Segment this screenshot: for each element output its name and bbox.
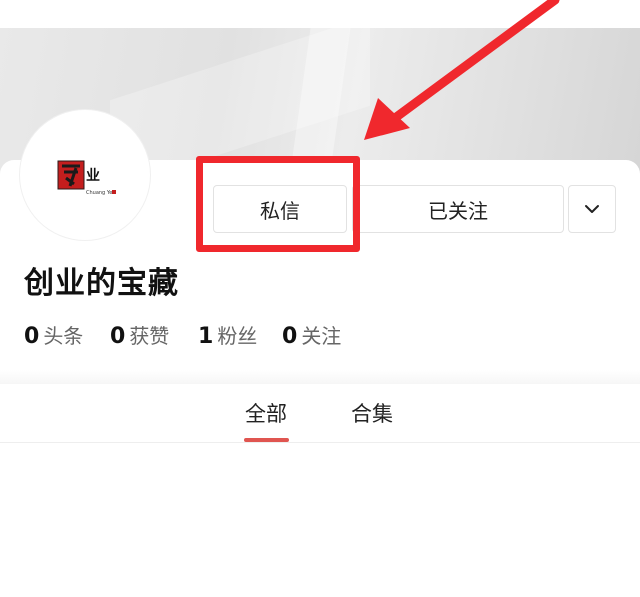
stat-value: 0: [110, 324, 126, 349]
active-tab-indicator: [244, 438, 289, 442]
stat-label: 获赞: [129, 324, 170, 348]
stat-following[interactable]: 0 关注: [282, 320, 341, 349]
stat-value: 0: [24, 324, 40, 349]
stat-label: 关注: [301, 324, 342, 348]
stat-fans[interactable]: 1 粉丝: [198, 320, 257, 349]
tab-all[interactable]: 全部: [245, 398, 287, 428]
stat-value: 0: [282, 324, 298, 349]
stat-value: 1: [198, 324, 214, 349]
stat-label: 粉丝: [217, 324, 258, 348]
profile-name: 创业的宝藏: [24, 266, 179, 301]
content-tabs: 全部 合集: [0, 384, 640, 443]
stat-headlines[interactable]: 0 头条: [24, 320, 83, 349]
stat-likes[interactable]: 0 获赞: [110, 320, 169, 349]
tab-collections[interactable]: 合集: [351, 398, 393, 428]
content-area: [0, 443, 640, 597]
profile-page: 业 Chuang Ye 私信 已关注 创业的宝藏 0 头条 0 获赞 1 粉丝 …: [0, 0, 640, 597]
stat-label: 头条: [43, 324, 84, 348]
